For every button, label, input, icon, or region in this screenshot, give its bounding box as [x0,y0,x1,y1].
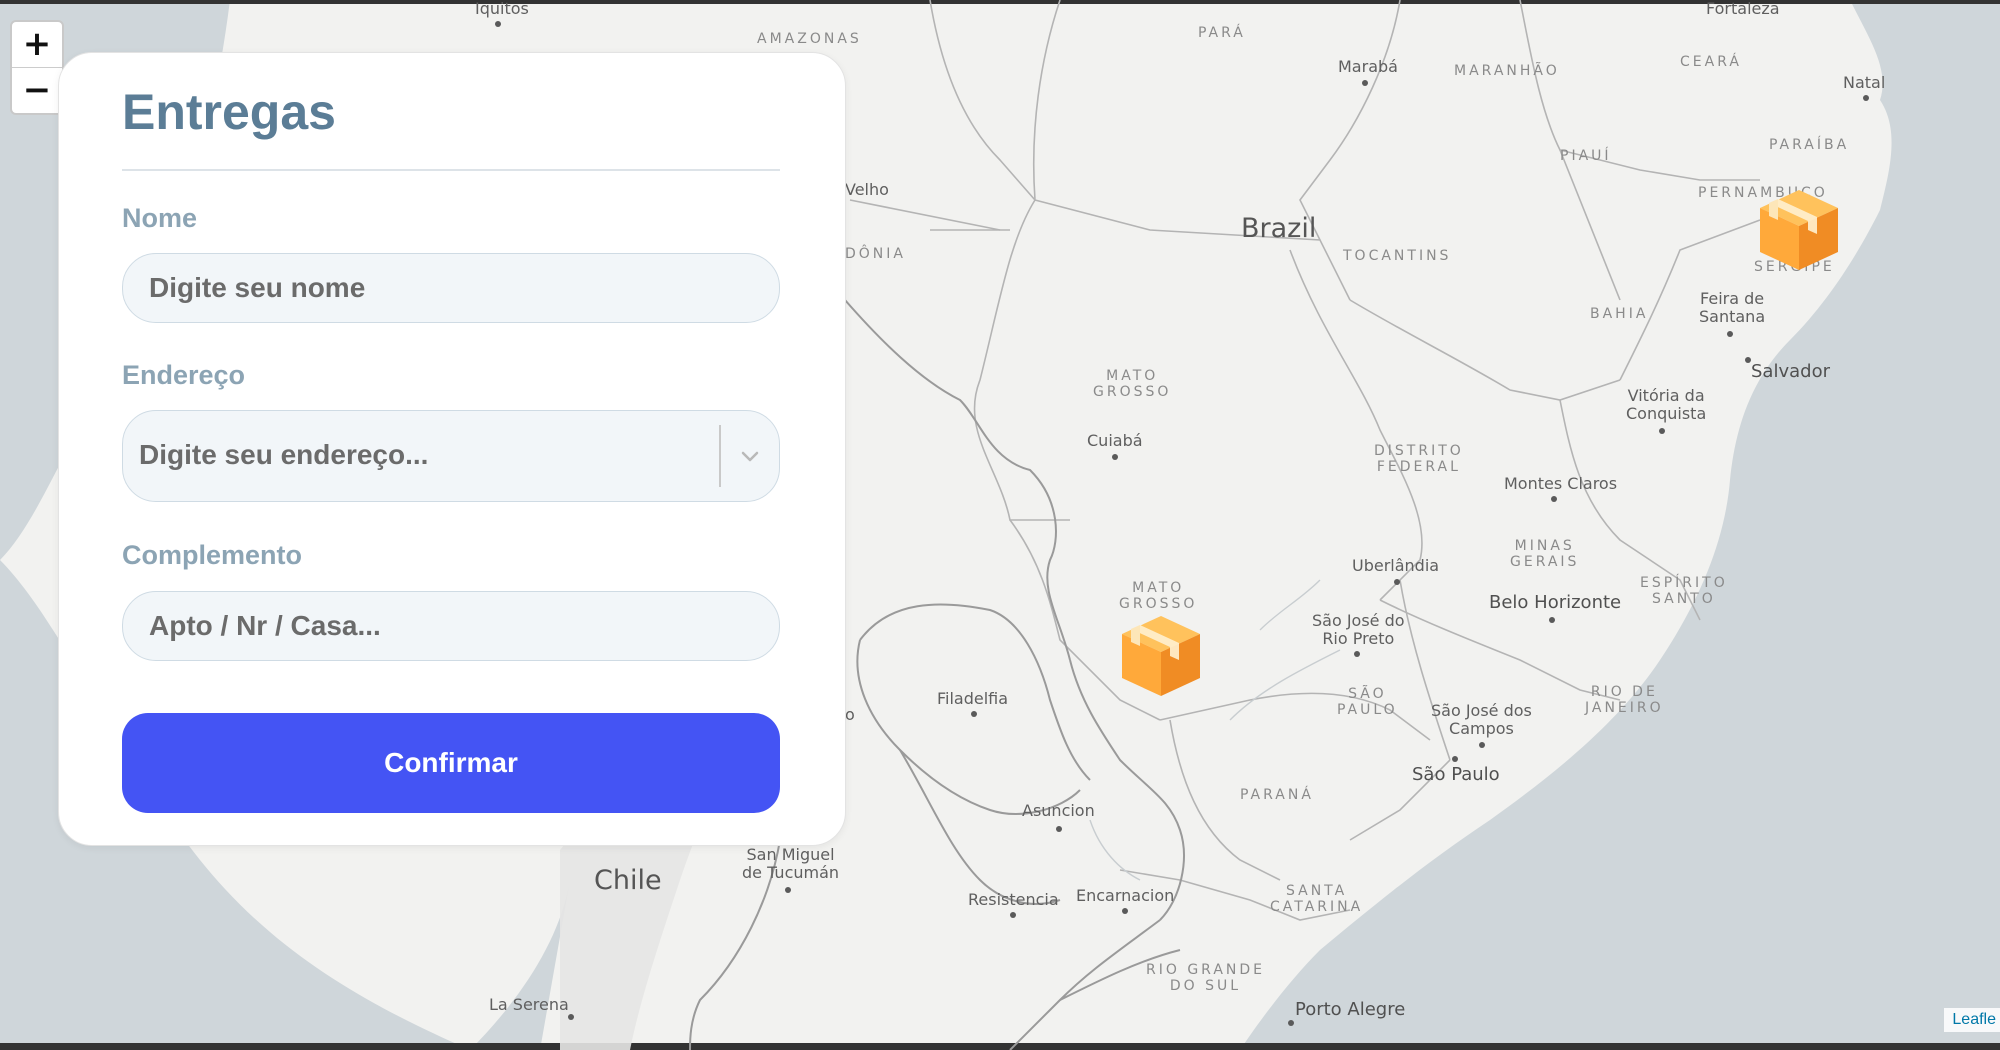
map-label-tocantins: TOCANTINS [1343,248,1452,264]
map-city-dot [1549,617,1555,623]
map-label-sjrp: São José do Rio Preto [1312,611,1405,649]
map-label-brazil: Brazil [1241,213,1317,244]
map-label-fortaleza: Fortaleza [1706,0,1780,18]
map-label-amazonas: AMAZONAS [757,31,862,47]
map-label-vitoria: Vitória da Conquista [1626,386,1707,424]
map-city-dot [1863,95,1869,101]
map-city-dot [1354,651,1360,657]
map-label-sao-paulo: São Paulo [1412,764,1500,785]
map-label-espirito: ESPÍRITO SANTO [1640,575,1728,608]
map-city-dot [1122,908,1128,914]
map-city-dot [1112,454,1118,460]
map-attribution-link[interactable]: Leafle [1944,1008,2000,1032]
map-label-belo: Belo Horizonte [1489,592,1622,613]
select-separator [719,425,721,487]
confirm-button[interactable]: Confirmar [122,713,780,813]
map-label-para: PARÁ [1198,25,1246,41]
address-label: Endereço [122,360,246,390]
map-label-parana: PARANÁ [1240,787,1314,803]
map-city-dot [1551,496,1557,502]
map-label-velho: Velho [845,180,889,199]
chevron-down-icon[interactable] [735,441,765,471]
map-label-mato-grosso: MATO GROSSO [1093,368,1172,401]
form-title: Entregas [122,84,336,140]
map-label-maraba: Marabá [1338,57,1398,76]
complement-input[interactable] [122,591,780,661]
map-label-rio: RIO DE JANEIRO [1585,684,1664,717]
zoom-out-button[interactable]: − [12,68,62,113]
map-city-dot [1727,331,1733,337]
map-city-dot [1479,742,1485,748]
map-label-sao-paulo-state: SÃO PAULO [1337,686,1398,719]
map-label-paraiba: PARAÍBA [1769,137,1850,153]
map-label-ceara: CEARÁ [1680,54,1742,70]
complement-label: Complemento [122,540,303,570]
map-label-natal: Natal [1843,73,1886,92]
map-city-dot [1394,579,1400,585]
map-city-dot [568,1014,574,1020]
map-city-dot [785,887,791,893]
map-label-distrito: DISTRITO FEDERAL [1374,443,1464,476]
map-label-asuncion: Asuncion [1022,801,1095,820]
zoom-control: + − [10,20,64,115]
map-city-dot [1362,80,1368,86]
zoom-in-button[interactable]: + [12,22,62,68]
map-label-maranhao: MARANHÃO [1454,63,1560,79]
map-label-porto-alegre: Porto Alegre [1295,999,1406,1020]
map-label-piaui: PIAUÍ [1560,148,1612,164]
map-label-san-miguel: San Miguel de Tucumán [742,845,840,883]
title-divider [122,169,780,171]
map-label-la-serena: La Serena [489,995,569,1014]
map-city-dot [971,711,977,717]
map-label-minas: MINAS GERAIS [1510,538,1580,571]
map-label-cuiaba: Cuiabá [1087,431,1143,450]
package-box-icon[interactable] [1118,608,1204,698]
map-label-chile: Chile [594,865,662,896]
map-city-dot [495,21,501,27]
map-label-resistencia: Resistencia [968,890,1059,909]
map-label-fragment: o [845,705,855,724]
name-label: Nome [122,203,198,233]
map-city-dot [1056,826,1062,832]
map-city-dot [1288,1020,1294,1026]
map-label-bahia: BAHIA [1590,306,1649,322]
map-label-iquitos: Iquitos [475,0,529,18]
map-label-rio-grande: RIO GRANDE DO SUL [1146,962,1266,995]
map-label-encarnacion: Encarnacion [1076,886,1175,905]
map-label-salvador: Salvador [1751,361,1830,382]
name-input[interactable] [122,253,780,323]
map-label-montes: Montes Claros [1504,474,1618,493]
map-city-dot [1659,428,1665,434]
map-label-santa-catarina: SANTA CATARINA [1270,883,1364,916]
map-label-rondonia: DÔNIA [845,246,906,262]
map-label-sjc: São José dos Campos [1431,701,1532,739]
map-label-uberlandia: Uberlândia [1352,556,1440,575]
map-label-filadelfia: Filadelfia [937,689,1009,708]
map-city-dot [1745,357,1751,363]
address-select[interactable]: Digite seu endereço... [122,410,780,502]
package-box-icon[interactable] [1756,182,1842,272]
map-label-feira: Feira de Santana [1699,289,1766,327]
map-city-dot [1010,912,1016,918]
address-placeholder: Digite seu endereço... [139,439,429,470]
delivery-form-panel: Entregas Nome Endereço Digite seu endere… [58,52,846,846]
map-city-dot [1452,756,1458,762]
